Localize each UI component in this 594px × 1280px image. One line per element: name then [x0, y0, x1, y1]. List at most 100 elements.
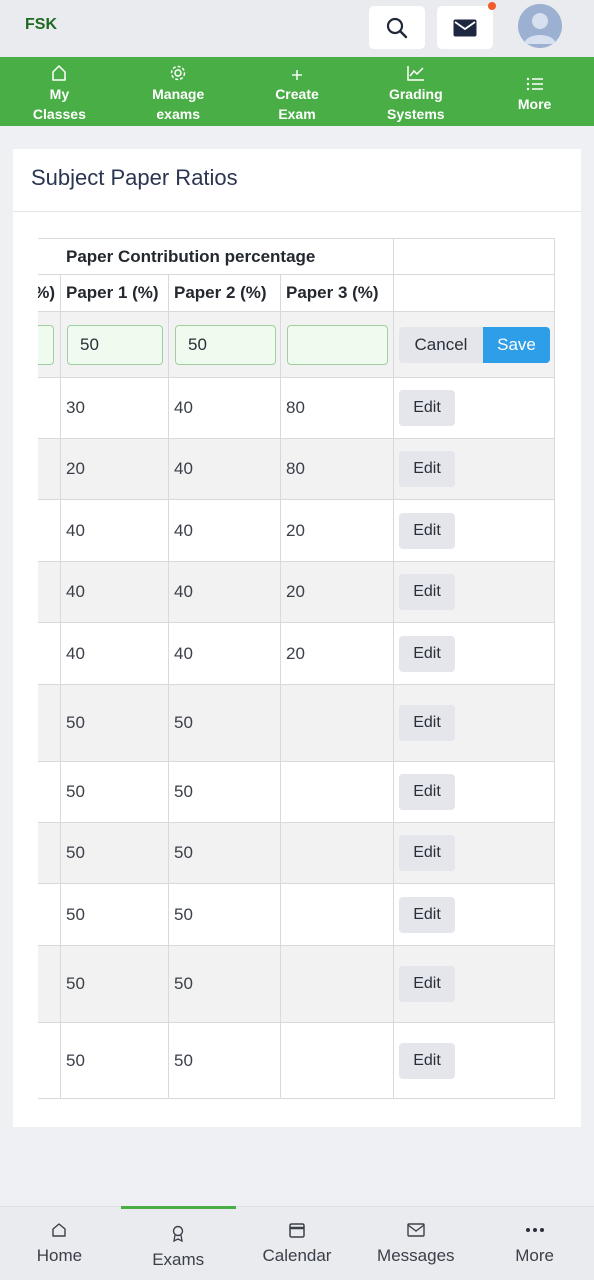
paper1-value: 50: [66, 1050, 85, 1070]
bottomnav-label: More: [515, 1246, 554, 1265]
paper1-value: 40: [66, 582, 85, 601]
divider: [13, 211, 581, 212]
edit-button[interactable]: Edit: [399, 574, 455, 610]
edit-button[interactable]: Edit: [399, 451, 455, 487]
table-row: 50 50 Edit: [38, 762, 555, 823]
gear-icon: [170, 65, 186, 80]
edit-button[interactable]: Edit: [399, 1042, 455, 1079]
paper1-value: 50: [66, 904, 85, 924]
column-header-paper3: Paper 3 (%): [286, 283, 379, 302]
table-group-header-row: Paper Contribution percentage: [38, 238, 555, 275]
paper1-value: 50: [66, 713, 85, 732]
column-header: %): [38, 283, 55, 302]
edit-button[interactable]: Edit: [399, 635, 455, 672]
table-row: 30 40 80 Edit: [38, 378, 555, 439]
list-icon: [526, 77, 543, 90]
envelope-icon: [407, 1223, 425, 1237]
paper3-value: 20: [286, 582, 305, 601]
table-row: 50 50 Edit: [38, 823, 555, 884]
edit-button[interactable]: Edit: [399, 390, 455, 426]
messages-button[interactable]: [437, 6, 493, 49]
paper2-value: 40: [174, 582, 193, 601]
topnav-manage-exams[interactable]: Manage exams: [119, 57, 238, 126]
search-icon: [386, 17, 408, 38]
bottomnav-messages[interactable]: Messages: [356, 1207, 475, 1280]
paper2-value: 50: [174, 1050, 193, 1070]
topnav-label: Manage: [152, 85, 205, 102]
topnav-label: Grading: [388, 85, 443, 102]
total-input[interactable]: [38, 324, 54, 365]
paper3-value: 20: [286, 520, 305, 540]
column-header-paper2: Paper 2 (%): [174, 283, 267, 302]
brand-logo[interactable]: FSK: [25, 16, 57, 34]
paper3-value: 80: [286, 459, 305, 478]
topnav-grading-systems[interactable]: Grading Systems: [356, 57, 475, 126]
paper2-value: 50: [174, 974, 193, 993]
paper1-input[interactable]: [67, 324, 163, 365]
bottomnav-label: Messages: [377, 1246, 455, 1265]
subject-paper-ratios-card: Subject Paper Ratios Paper Contribution …: [13, 149, 581, 1127]
paper1-value: 40: [66, 643, 85, 663]
chart-line-icon: [407, 65, 424, 81]
bottomnav-more[interactable]: More: [475, 1207, 594, 1280]
paper2-value: 50: [174, 843, 193, 862]
table-row: 50 50 Edit: [38, 946, 555, 1023]
paper2-value: 40: [174, 459, 193, 478]
paper1-value: 30: [66, 398, 85, 417]
calendar-icon: [289, 1223, 305, 1238]
bottomnav-calendar[interactable]: Calendar: [238, 1207, 357, 1280]
table-row: 40 40 20 Edit: [38, 562, 555, 623]
topnav-label: Systems: [386, 105, 445, 122]
bottomnav-label: Exams: [152, 1250, 205, 1269]
topnav-label: Classes: [32, 105, 86, 122]
paper1-value: 40: [66, 520, 85, 540]
paper2-value: 40: [174, 643, 193, 663]
table-row: 40 40 20 Edit: [38, 500, 555, 562]
edit-button[interactable]: Edit: [399, 774, 455, 810]
paper2-value: 50: [174, 904, 193, 924]
page-title: Subject Paper Ratios: [31, 165, 238, 190]
ratios-table[interactable]: Paper Contribution percentage %) Paper 1…: [38, 238, 555, 1099]
edit-button[interactable]: Edit: [399, 835, 455, 871]
search-button[interactable]: [369, 6, 425, 49]
edit-button[interactable]: Edit: [399, 512, 455, 549]
topnav-label: My: [49, 85, 70, 102]
paper2-input[interactable]: [175, 324, 276, 365]
paper2-value: 50: [174, 782, 193, 801]
edit-button[interactable]: Edit: [399, 705, 455, 741]
top-header: FSK: [0, 0, 594, 57]
paper3-input[interactable]: [287, 324, 388, 365]
bottomnav-label: Home: [36, 1246, 83, 1265]
topnav-label: Create: [275, 85, 319, 102]
topnav-more[interactable]: More: [475, 57, 594, 126]
topnav-label: exams: [156, 105, 200, 122]
save-button[interactable]: Save: [483, 326, 550, 363]
paper1-value: 50: [66, 782, 85, 801]
edit-button[interactable]: Edit: [399, 966, 455, 1002]
topnav-label: More: [517, 95, 552, 112]
bottom-nav: Home Exams Calendar Messages More: [0, 1206, 594, 1280]
paper1-value: 20: [66, 459, 85, 478]
table-row: 50 50 Edit: [38, 685, 555, 762]
plus-icon: [291, 69, 302, 80]
paper3-value: 20: [286, 643, 305, 663]
topnav-my-classes[interactable]: My Classes: [0, 57, 119, 126]
award-icon: [172, 1225, 184, 1243]
cancel-button[interactable]: Cancel: [399, 326, 483, 363]
topnav-create-exam[interactable]: Create Exam: [238, 57, 357, 126]
bottomnav-home[interactable]: Home: [0, 1207, 119, 1280]
bottomnav-exams[interactable]: Exams: [119, 1206, 238, 1280]
column-header-paper1: Paper 1 (%): [66, 283, 159, 302]
group-header: Paper Contribution percentage: [66, 246, 316, 266]
paper3-value: 80: [286, 398, 305, 417]
top-nav: My Classes Manage exams Create Exam Grad…: [0, 57, 594, 126]
home-icon: [52, 1223, 67, 1237]
envelope-icon: [453, 19, 477, 36]
paper1-value: 50: [66, 974, 85, 993]
edit-button[interactable]: Edit: [399, 896, 455, 933]
topnav-label: Exam: [278, 105, 316, 122]
table-row: 20 40 80 Edit: [38, 439, 555, 500]
avatar[interactable]: [518, 4, 562, 48]
table-header-row: %) Paper 1 (%) Paper 2 (%) Paper 3 (%): [38, 275, 555, 312]
home-outline-icon: [52, 64, 67, 81]
